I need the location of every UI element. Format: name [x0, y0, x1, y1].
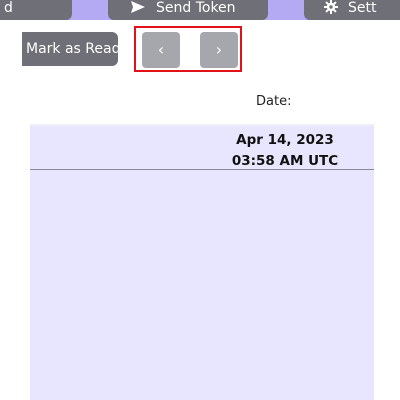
- next-page-button[interactable]: ›: [200, 32, 238, 68]
- settings-label: Sett: [348, 0, 377, 16]
- send-icon: [131, 1, 145, 13]
- read-button[interactable]: d: [0, 0, 72, 20]
- mark-as-read-label: Mark as Read: [26, 41, 118, 57]
- gear-icon: [324, 0, 338, 14]
- top-toolbar: d Send Token Sett: [0, 0, 400, 20]
- read-button-label: d: [4, 0, 13, 16]
- settings-button[interactable]: Sett: [304, 0, 400, 20]
- row-date: Apr 14, 2023: [236, 132, 334, 148]
- send-token-label: Send Token: [156, 0, 236, 16]
- mark-as-read-button[interactable]: Mark as Read: [22, 32, 118, 66]
- table-row-date-cell: Apr 14, 2023 03:58 AM UTC: [210, 130, 360, 172]
- row-divider-top: [30, 124, 374, 126]
- send-token-button[interactable]: Send Token: [108, 0, 268, 20]
- message-table: Apr 14, 2023 03:58 AM UTC: [30, 124, 374, 400]
- row-divider: [30, 169, 374, 170]
- previous-page-button[interactable]: ‹: [142, 32, 180, 68]
- chevron-right-icon: ›: [215, 40, 223, 59]
- pagination-controls: ‹ ›: [134, 26, 242, 72]
- chevron-left-icon: ‹: [157, 40, 165, 59]
- date-column-header: Date:: [256, 94, 292, 109]
